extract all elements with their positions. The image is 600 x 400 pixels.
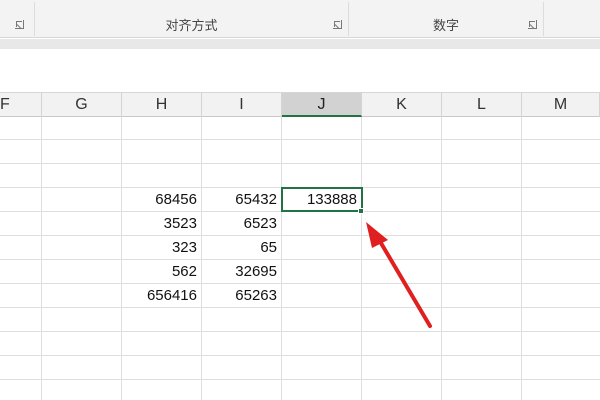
dialog-launcher-icon[interactable] [528, 20, 537, 29]
grid-line [0, 331, 600, 332]
cell-i7[interactable]: 65 [202, 236, 281, 260]
column-headers: F G H I J K L M [0, 93, 600, 117]
column-header-m[interactable]: M [522, 93, 600, 117]
grid-line [0, 379, 600, 380]
cell-h5[interactable]: 68456 [122, 188, 201, 212]
cell-h8[interactable]: 562 [122, 260, 201, 284]
active-cell-border[interactable] [281, 187, 363, 212]
cell-i6[interactable]: 6523 [202, 212, 281, 236]
ribbon: 对齐方式 数字 [0, 0, 600, 38]
cell-i8[interactable]: 32695 [202, 260, 281, 284]
fill-handle[interactable] [358, 208, 364, 214]
grid-line [0, 235, 600, 236]
column-header-g[interactable]: G [42, 93, 122, 117]
dialog-launcher-icon[interactable] [333, 20, 342, 29]
column-header-l[interactable]: L [442, 93, 522, 117]
grid-line [0, 139, 600, 140]
ribbon-group-alignment: 对齐方式 [35, 0, 348, 38]
cell-h9[interactable]: 656416 [122, 284, 201, 308]
cell-grid[interactable]: 68456 3523 323 562 656416 65432 6523 65 … [0, 117, 600, 400]
column-header-i[interactable]: I [202, 93, 282, 117]
cell-h6[interactable]: 3523 [122, 212, 201, 236]
formula-bar-area[interactable] [0, 49, 600, 93]
dialog-launcher-icon[interactable] [15, 20, 24, 29]
column-header-k[interactable]: K [362, 93, 442, 117]
column-header-j[interactable]: J [282, 93, 362, 117]
grid-line [0, 355, 600, 356]
cell-h7[interactable]: 323 [122, 236, 201, 260]
grid-line [0, 259, 600, 260]
grid-line [0, 163, 600, 164]
column-header-f[interactable]: F [0, 93, 42, 117]
ribbon-group-label: 数字 [432, 19, 459, 34]
cell-i5[interactable]: 65432 [202, 188, 281, 212]
ribbon-gap [0, 39, 600, 49]
grid-line [0, 283, 600, 284]
cell-i9[interactable]: 65263 [202, 284, 281, 308]
column-header-h[interactable]: H [122, 93, 202, 117]
ribbon-separator [543, 2, 544, 36]
grid-line [0, 307, 600, 308]
ribbon-group-label: 对齐方式 [165, 19, 218, 34]
ribbon-group-number: 数字 [349, 0, 543, 38]
ribbon-group-font [0, 0, 34, 38]
